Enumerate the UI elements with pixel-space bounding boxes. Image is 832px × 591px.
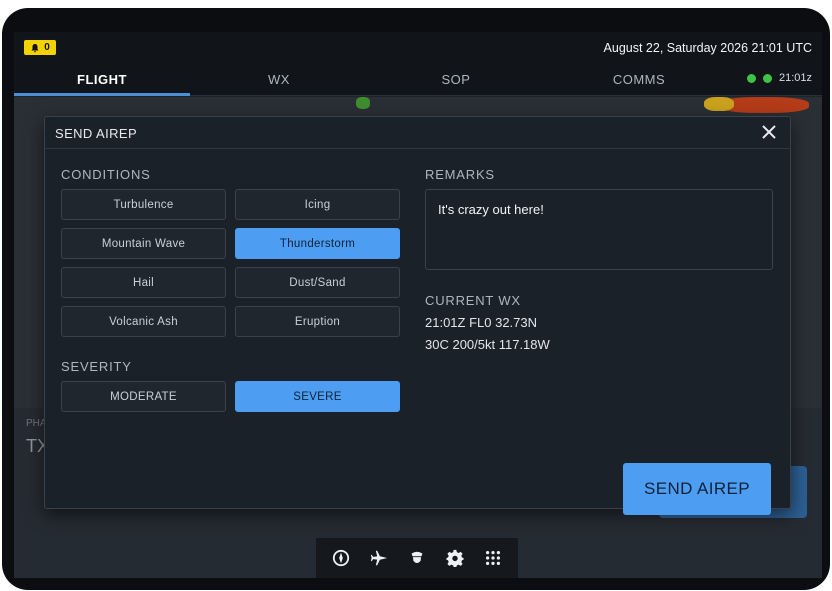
connection-dot: [746, 73, 756, 83]
conditions-label: CONDITIONS: [61, 167, 151, 182]
current-wx-label: CURRENT WX: [425, 293, 521, 308]
severity-severe[interactable]: SEVERE: [235, 381, 400, 412]
current-wx-line: 30C 200/5kt 117.18W: [425, 337, 550, 352]
tab-sop[interactable]: SOP: [368, 62, 544, 96]
connection-dot: [762, 73, 772, 83]
compass-icon[interactable]: [330, 547, 352, 569]
remarks-field[interactable]: It's crazy out here!: [425, 189, 773, 270]
send-airep-button[interactable]: SEND AIREP: [623, 463, 771, 515]
condition-hail[interactable]: Hail: [61, 267, 226, 298]
alert-count: 0: [44, 42, 50, 53]
screen: PHA TX 0 August 22, Saturday 2026 21:01 …: [14, 32, 822, 578]
bottom-nav: [316, 538, 518, 578]
close-icon: [762, 125, 776, 139]
tab-flight[interactable]: FLIGHT: [14, 62, 190, 96]
dialog-title: SEND AIREP: [55, 126, 138, 141]
condition-eruption[interactable]: Eruption: [235, 306, 400, 337]
datetime-display: August 22, Saturday 2026 21:01 UTC: [603, 41, 812, 55]
remarks-label: REMARKS: [425, 167, 495, 182]
tab-bar: FLIGHT WX SOP COMMS: [14, 62, 822, 96]
device-frame: PHA TX 0 August 22, Saturday 2026 21:01 …: [2, 8, 830, 590]
condition-mountain-wave[interactable]: Mountain Wave: [61, 228, 226, 259]
radar-echo: [704, 97, 734, 111]
condition-dust-sand[interactable]: Dust/Sand: [235, 267, 400, 298]
tab-wx[interactable]: WX: [191, 62, 367, 96]
connection-status: 21:01z: [746, 72, 812, 84]
condition-icing[interactable]: Icing: [235, 189, 400, 220]
severity-label: SEVERITY: [61, 359, 132, 374]
dialog-header: SEND AIREP: [45, 117, 790, 149]
send-airep-dialog: SEND AIREP CONDITIONS Turbulence Icing M…: [44, 116, 791, 515]
tab-comms[interactable]: COMMS: [551, 62, 727, 96]
current-wx-line: 21:01Z FL0 32.73N: [425, 315, 538, 330]
condition-volcanic-ash[interactable]: Volcanic Ash: [61, 306, 226, 337]
condition-turbulence[interactable]: Turbulence: [61, 189, 226, 220]
gear-icon[interactable]: [444, 547, 466, 569]
alert-badge[interactable]: 0: [24, 40, 56, 55]
apps-grid-icon[interactable]: [482, 547, 504, 569]
close-button[interactable]: [760, 123, 778, 141]
severity-moderate[interactable]: MODERATE: [61, 381, 226, 412]
condition-thunderstorm[interactable]: Thunderstorm: [235, 228, 400, 259]
airplane-icon[interactable]: [368, 547, 390, 569]
utc-clock: 21:01z: [778, 72, 812, 84]
pilot-icon[interactable]: [406, 547, 428, 569]
radar-echo: [356, 97, 370, 109]
bell-icon: [31, 43, 39, 52]
status-bar: 0 August 22, Saturday 2026 21:01 UTC: [14, 32, 822, 62]
